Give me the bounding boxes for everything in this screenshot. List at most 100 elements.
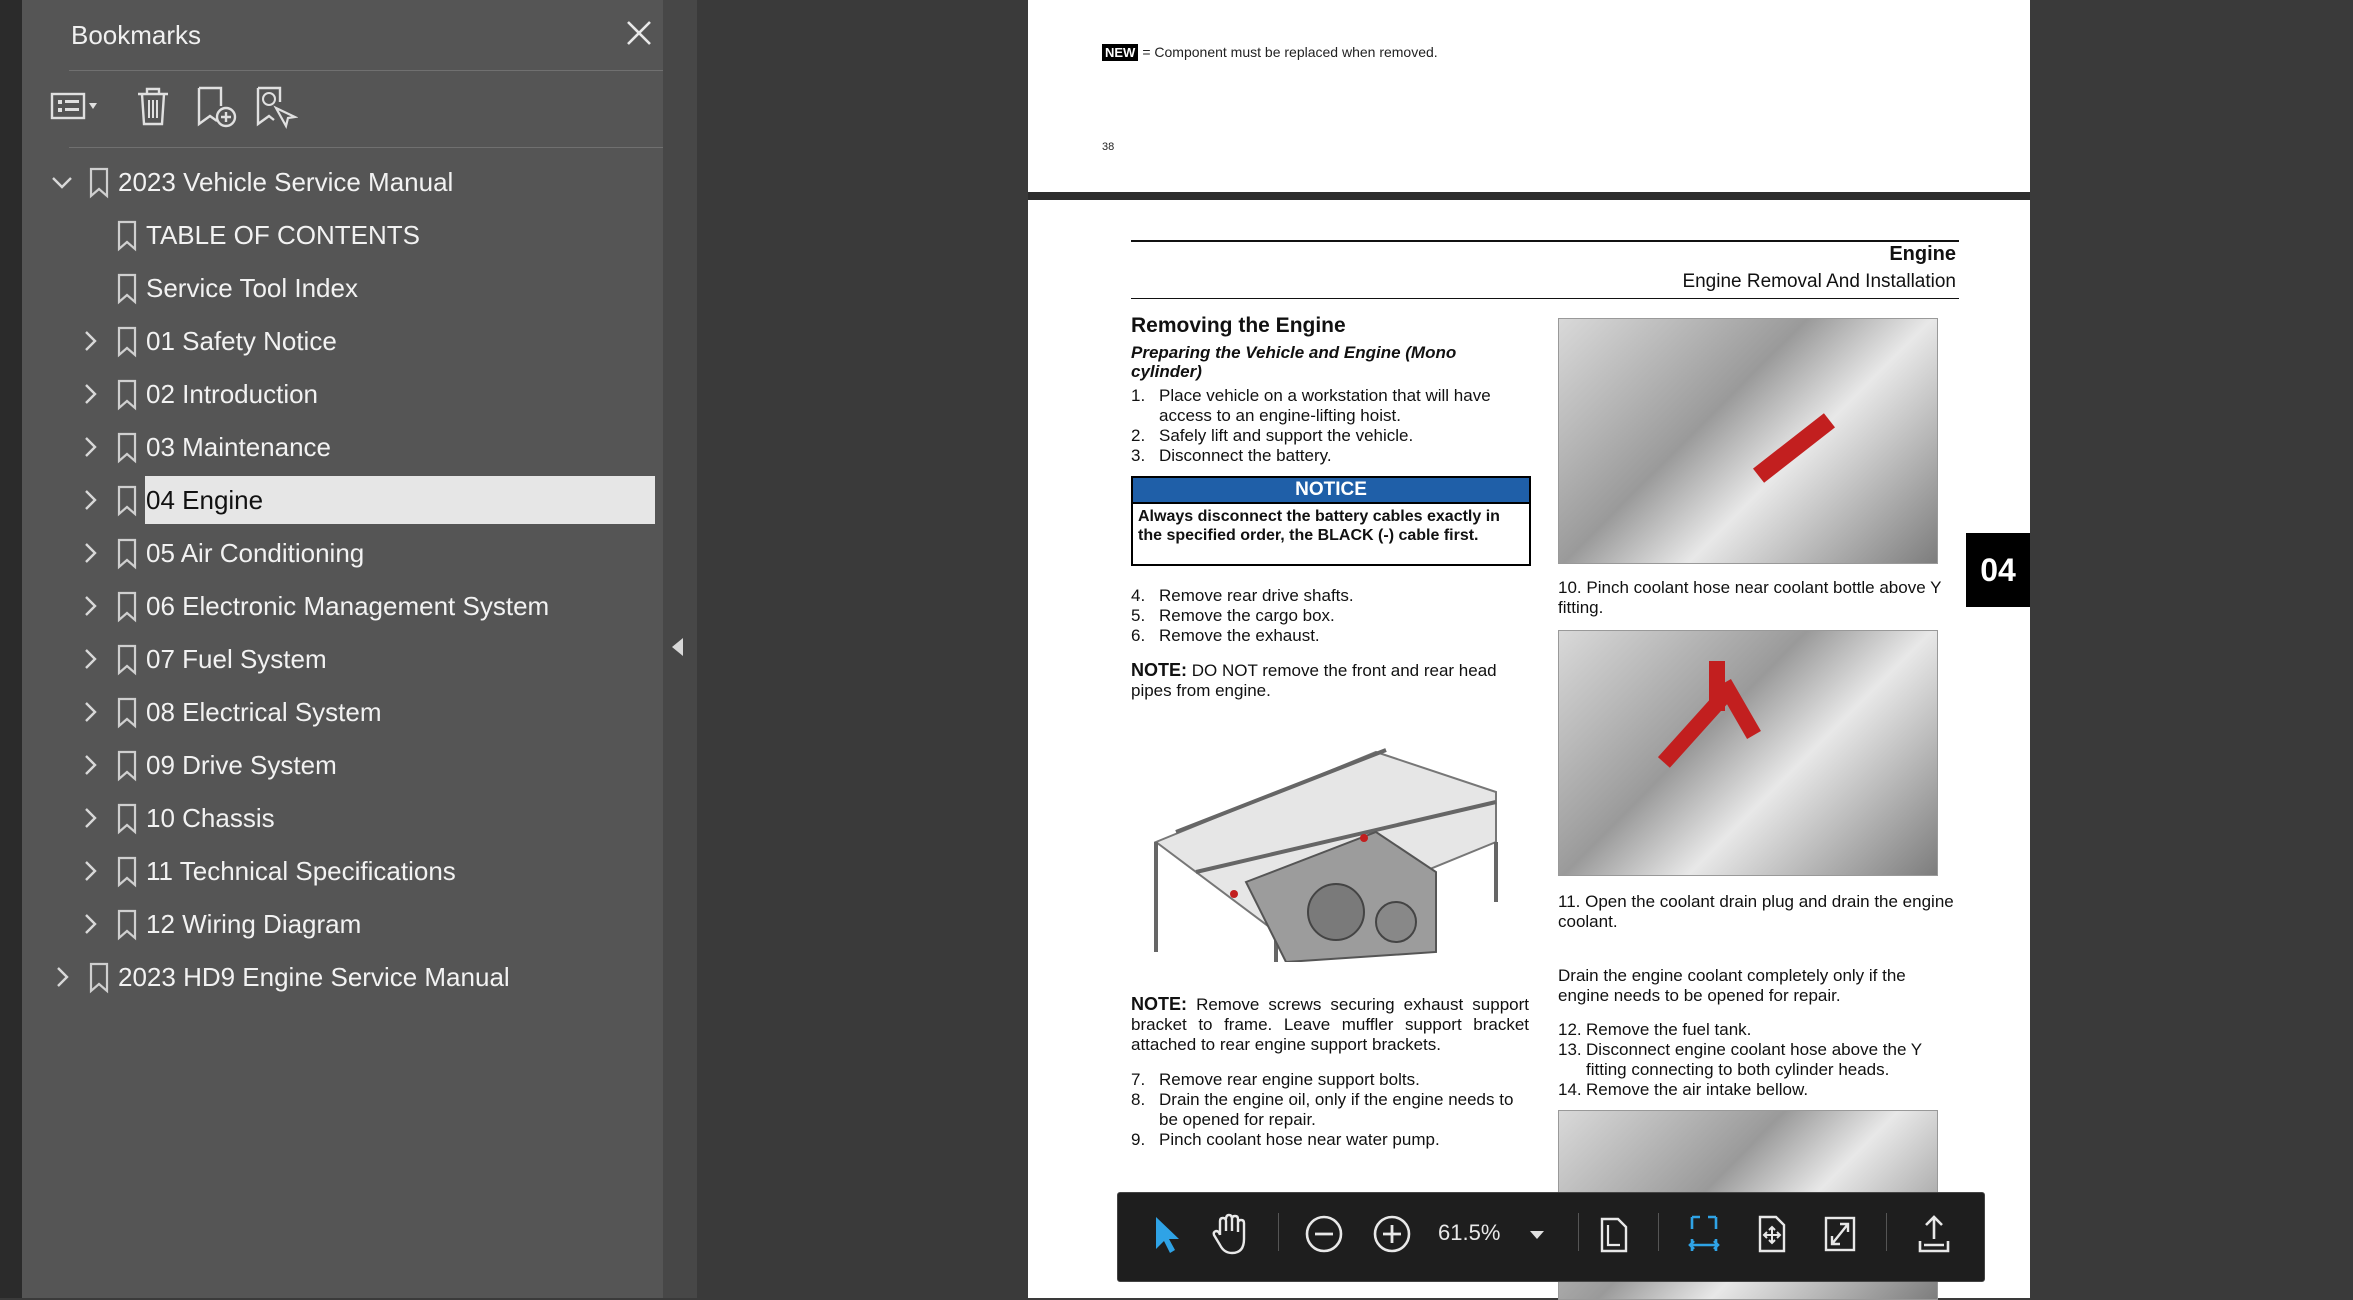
step-text: Remove the exhaust. (1159, 626, 1320, 645)
add-bookmark-button[interactable] (193, 84, 239, 130)
step-11-text: Open the coolant drain plug and drain th… (1558, 892, 1954, 931)
header-rule-bottom (1131, 298, 1959, 299)
bookmark-icon (116, 591, 138, 623)
step-number: 1. (1131, 386, 1146, 405)
toolbar-separator (1278, 1213, 1279, 1251)
bookmark-item[interactable]: Service Tool Index (22, 266, 663, 310)
chevron-right-icon[interactable] (78, 753, 102, 777)
steps-list-b: 4. Remove rear drive shafts. 5. Remove the … (1131, 586, 1529, 646)
note-2-label: NOTE: (1131, 994, 1187, 1014)
page-previous: NEW = Component must be replaced when rem… (1028, 0, 2030, 192)
zoom-dropdown-icon[interactable] (1530, 1231, 1544, 1239)
toolbar-separator (1658, 1213, 1659, 1251)
bookmark-icon (116, 909, 138, 941)
bookmark-label: 2023 Vehicle Service Manual (118, 167, 454, 197)
steps-list-d: 12. Remove the fuel tank. 13. Disconnect en… (1558, 1020, 1958, 1100)
bookmark-item[interactable]: 01 Safety Notice (22, 319, 663, 363)
bookmark-label: 09 Drive System (146, 750, 337, 780)
step-item: 12. Remove the fuel tank. (1558, 1020, 1958, 1040)
step-11-number: 11. (1558, 892, 1581, 911)
bookmark-label: 04 Engine (146, 485, 264, 515)
bookmark-icon (116, 856, 138, 888)
fit-page-button[interactable] (1746, 1209, 1798, 1263)
chevron-right-icon[interactable] (50, 965, 74, 989)
full-screen-button[interactable] (1814, 1209, 1866, 1263)
bookmark-icon (116, 220, 138, 252)
zoom-out-button[interactable] (1298, 1209, 1350, 1263)
chevron-right-icon[interactable] (78, 594, 102, 618)
step-10-text: Pinch coolant hose near coolant bottle a… (1558, 578, 1942, 617)
fit-width-button[interactable] (1678, 1209, 1730, 1263)
section-heading: Removing the Engine (1131, 314, 1346, 337)
header-rule (1131, 240, 1959, 242)
collapse-panel-icon[interactable] (672, 638, 683, 656)
bookmark-item[interactable]: 2023 Vehicle Service Manual (22, 160, 663, 204)
bookmark-icon (88, 962, 110, 994)
chevron-right-icon[interactable] (78, 806, 102, 830)
bookmark-label: 10 Chassis (146, 803, 275, 833)
note-1: NOTE: DO NOT remove the front and rear h… (1131, 660, 1529, 701)
bookmark-item[interactable]: 2023 HD9 Engine Service Manual (22, 955, 663, 999)
bookmark-label: 05 Air Conditioning (146, 538, 365, 568)
chevron-right-icon[interactable] (78, 541, 102, 565)
bookmark-item[interactable]: 06 Electronic Management System (22, 584, 663, 628)
chevron-right-icon[interactable] (78, 859, 102, 883)
panel-title: Bookmarks (71, 20, 202, 50)
toolbar-separator (1886, 1213, 1887, 1251)
page-number: 38 (1102, 141, 1115, 153)
hand-tool-button[interactable] (1204, 1209, 1256, 1263)
step-text: Disconnect engine coolant hose above the… (1586, 1040, 1922, 1079)
chevron-down-icon[interactable] (50, 170, 74, 194)
step-11: 11. Open the coolant drain plug and drai… (1558, 892, 1958, 932)
select-tool-button[interactable] (1138, 1209, 1190, 1263)
toolbar-divider (69, 147, 663, 148)
step-number: 12. (1558, 1020, 1582, 1039)
step-text: Remove rear drive shafts. (1159, 586, 1354, 605)
bookmark-item[interactable]: 10 Chassis (22, 796, 663, 840)
zoom-level[interactable]: 61.5% (1438, 1220, 1500, 1246)
step-text: Remove the air intake bellow. (1586, 1080, 1809, 1099)
chevron-right-icon[interactable] (78, 329, 102, 353)
bookmark-item[interactable]: 07 Fuel System (22, 637, 663, 681)
bookmark-item[interactable]: 05 Air Conditioning (22, 531, 663, 575)
chevron-right-icon[interactable] (78, 700, 102, 724)
bookmark-item[interactable]: 12 Wiring Diagram (22, 902, 663, 946)
chevron-right-icon[interactable] (78, 912, 102, 936)
page-display-button[interactable] (1588, 1209, 1640, 1263)
subsection-title: Engine Removal And Installation (1682, 271, 1956, 292)
bookmark-item[interactable]: 11 Technical Specifications (22, 849, 663, 893)
section-title: Engine (1889, 243, 1956, 265)
step-item: 2. Safely lift and support the vehicle. (1131, 426, 1529, 446)
toolbar-separator (1578, 1213, 1579, 1251)
chevron-right-icon[interactable] (78, 488, 102, 512)
chevron-right-icon[interactable] (78, 382, 102, 406)
bookmark-label: 02 Introduction (146, 379, 319, 409)
bookmark-item[interactable]: 03 Maintenance (22, 425, 663, 469)
zoom-in-button[interactable] (1366, 1209, 1418, 1263)
section-subheading: Preparing the Vehicle and Engine (Mono c… (1131, 343, 1457, 381)
close-icon[interactable] (622, 18, 656, 52)
step-number: 14. (1558, 1080, 1582, 1099)
note-2-text: Remove screws securing exhaust support b… (1131, 995, 1529, 1054)
bookmark-item[interactable]: 02 Introduction (22, 372, 663, 416)
bookmark-label: 03 Maintenance (146, 432, 332, 462)
bookmark-item[interactable]: 09 Drive System (22, 743, 663, 787)
bookmark-label: Service Tool Index (146, 273, 358, 303)
bookmark-item[interactable]: 04 Engine (22, 476, 663, 524)
bookmark-icon (116, 644, 138, 676)
bookmark-label: 2023 HD9 Engine Service Manual (118, 962, 510, 992)
bookmark-options-button[interactable] (49, 84, 109, 130)
bookmark-item[interactable]: TABLE OF CONTENTS (22, 213, 663, 257)
bookmark-item[interactable]: 08 Electrical System (22, 690, 663, 734)
share-button[interactable] (1908, 1209, 1960, 1263)
delete-bookmark-button[interactable] (133, 84, 173, 130)
step-number: 8. (1131, 1090, 1146, 1109)
bookmark-label: 08 Electrical System (146, 697, 382, 727)
step-number: 4. (1131, 586, 1146, 605)
chevron-right-icon[interactable] (78, 435, 102, 459)
step-number: 3. (1131, 446, 1146, 465)
step-item: 13. Disconnect engine coolant hose above … (1558, 1040, 1958, 1080)
bookmark-icon (116, 697, 138, 729)
chevron-right-icon[interactable] (78, 647, 102, 671)
find-bookmark-button[interactable] (252, 84, 298, 130)
